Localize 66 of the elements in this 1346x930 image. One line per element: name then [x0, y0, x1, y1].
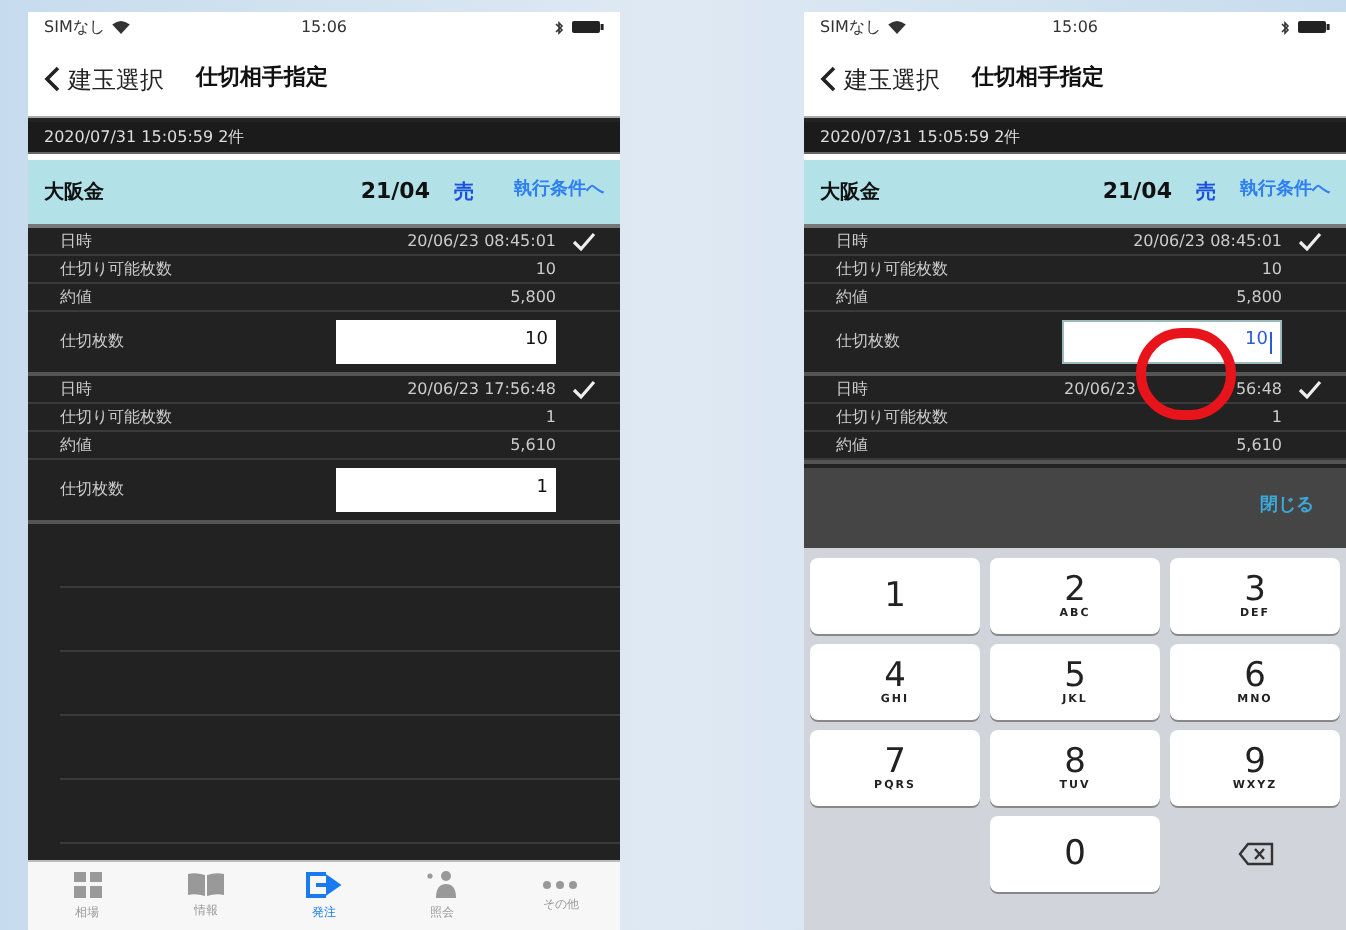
row-value: 10	[535, 257, 556, 281]
screen-title: 仕切相手指定	[972, 62, 1104, 95]
carrier-text: SIMなし	[820, 15, 881, 39]
row-value: 20/06/23 08:45:01	[1133, 229, 1282, 253]
row-value: 5,800	[1236, 285, 1282, 309]
row-value: 1	[1271, 405, 1282, 429]
contract-name: 大阪金	[44, 179, 106, 207]
date-bar-text: 2020/07/31 15:05:59 2件	[820, 125, 1021, 149]
clock-text: 15:06	[1051, 15, 1099, 39]
row-value: 1	[545, 405, 556, 429]
quantity-label: 仕切枚数	[836, 330, 902, 354]
row-label: 日時	[60, 229, 94, 253]
row-label: 仕切り可能枚数	[60, 257, 174, 281]
row-label: 仕切り可能枚数	[836, 405, 950, 429]
chevron-left-icon	[820, 66, 836, 92]
book-icon	[187, 872, 224, 896]
exit-arrow-icon	[306, 871, 342, 897]
row-label: 約値	[836, 433, 870, 457]
quantity-label: 仕切枚数	[60, 330, 126, 354]
contract-name: 大阪金	[820, 179, 882, 207]
contract-month: 21/04	[360, 175, 430, 208]
wifi-icon	[888, 20, 907, 34]
keypad-key[interactable]: 1	[810, 558, 980, 634]
bluetooth-icon	[1280, 19, 1290, 35]
close-keyboard-button[interactable]: 閉じる	[1260, 494, 1314, 522]
quantity-field[interactable]: 10	[336, 320, 556, 364]
wifi-icon	[112, 20, 131, 34]
chevron-left-icon	[44, 66, 60, 92]
carrier-text: SIMなし	[44, 15, 105, 39]
row-value: 56:48	[1235, 377, 1282, 401]
grid-icon	[73, 871, 102, 897]
row-value: 5,610	[1236, 433, 1282, 457]
row-value: 5,610	[510, 433, 556, 457]
quantity-label: 仕切枚数	[60, 478, 126, 502]
row-label: 約値	[60, 433, 94, 457]
row-label: 仕切り可能枚数	[60, 405, 174, 429]
row-value: 20/06/23 17:56:48	[407, 377, 556, 401]
row-label: 約値	[836, 285, 870, 309]
row-label: 約値	[60, 285, 94, 309]
row-label: 仕切り可能枚数	[836, 257, 950, 281]
quantity-value: 1	[536, 476, 548, 503]
quantity-value: 10	[525, 328, 548, 355]
quantity-value: 10	[1245, 328, 1268, 355]
more-icon	[542, 879, 579, 889]
row-value: 10	[1261, 257, 1282, 281]
screen-title: 仕切相手指定	[196, 62, 328, 95]
date-bar-text: 2020/07/31 15:05:59 2件	[44, 125, 245, 149]
backspace-icon	[1237, 842, 1273, 866]
row-value: 20/06/23 08:45:01	[407, 229, 556, 253]
bluetooth-icon	[554, 19, 564, 35]
person-icon	[426, 870, 459, 898]
back-button[interactable]: 建玉選択	[820, 61, 940, 97]
row-label: 日時	[836, 377, 870, 401]
clock-text: 15:06	[300, 15, 348, 39]
contract-month: 21/04	[1102, 175, 1172, 208]
battery-icon	[1298, 20, 1330, 34]
row-value: 20/06/23	[1064, 377, 1136, 401]
row-label: 日時	[60, 377, 94, 401]
back-button[interactable]: 建玉選択	[44, 61, 164, 97]
battery-icon	[572, 20, 604, 34]
row-label: 日時	[836, 229, 870, 253]
side-text: 売	[1196, 179, 1216, 207]
row-value: 5,800	[510, 285, 556, 309]
keypad-key[interactable]: 0	[990, 816, 1160, 892]
quantity-field[interactable]: 1	[336, 468, 556, 512]
side-text: 売	[454, 179, 474, 207]
